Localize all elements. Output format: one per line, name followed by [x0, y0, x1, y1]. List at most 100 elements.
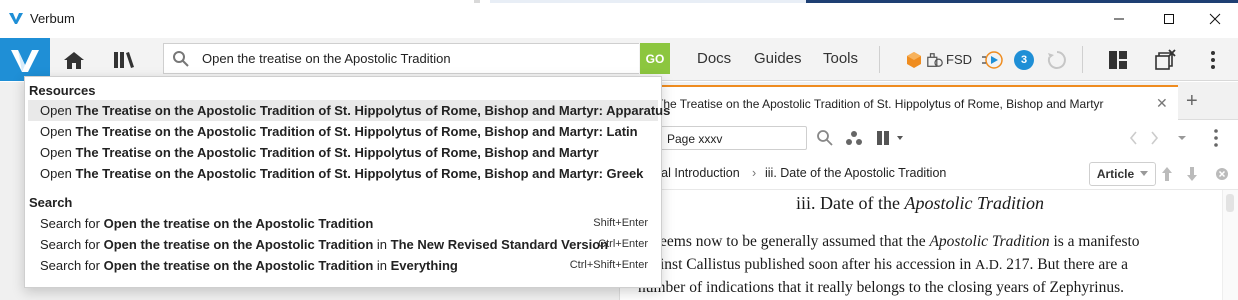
suggestion-query: Open the treatise on the Apostolic Tradi…	[103, 237, 374, 252]
suggestion-search-scope[interactable]: Search for Open the treatise on the Apos…	[28, 234, 658, 255]
suggestion-search[interactable]: Search for Open the treatise on the Apos…	[28, 213, 658, 234]
suggestion-resource-title: The Treatise on the Apostolic Tradition …	[75, 166, 644, 181]
suggestion-in: in	[376, 237, 388, 252]
library-button[interactable]	[110, 38, 138, 81]
command-box[interactable]	[163, 43, 639, 74]
sync-button[interactable]	[1044, 38, 1070, 81]
layout-button[interactable]	[1105, 38, 1131, 81]
line-text: 217. But there are a	[1002, 256, 1129, 273]
docs-menu[interactable]: Docs	[697, 50, 731, 67]
suggestion-prefix: Open	[40, 145, 72, 160]
more-menu-button[interactable]	[1203, 38, 1223, 81]
keyboard-shortcut: Ctrl+Enter	[598, 238, 648, 250]
history-nav-icon[interactable]	[1128, 129, 1168, 147]
suggestion-query: Open the treatise on the Apostolic Tradi…	[103, 216, 374, 231]
notifications-badge[interactable]: 3	[1014, 50, 1034, 70]
close-icon	[1209, 13, 1221, 25]
visual-filter-icon[interactable]	[845, 129, 863, 147]
chevron-down-icon[interactable]	[1176, 132, 1188, 144]
breadcrumb-current[interactable]: iii. Date of the Apostolic Tradition	[765, 166, 946, 180]
breadcrumb-separator: ›	[752, 166, 757, 180]
minimize-button[interactable]	[1096, 6, 1142, 32]
library-icon	[114, 51, 134, 68]
search-in-document-icon[interactable]	[816, 129, 834, 147]
panel-menu-icon[interactable]	[1213, 128, 1219, 148]
page-reference-field[interactable]: Page xxxv	[657, 126, 807, 150]
paragraph-line-2: inst Callistus published soon after his …	[660, 256, 1128, 274]
fsd-button[interactable]: FSD	[926, 38, 972, 81]
arrow-up-icon[interactable]	[1161, 166, 1173, 182]
close-tab-icon[interactable]: ✕	[1156, 95, 1168, 112]
keyboard-shortcut: Ctrl+Shift+Enter	[569, 259, 648, 271]
section-heading: iii. Date of the Apostolic Tradition	[620, 193, 1220, 214]
close-window-button[interactable]	[1192, 6, 1238, 32]
suggestion-prefix: Search for	[40, 258, 100, 273]
panel-layout-icon	[1109, 50, 1127, 69]
app-window: Verbum Open the treatise on the Apostoli…	[0, 0, 1238, 300]
section-heading-text: iii. Date of the	[796, 193, 905, 213]
minimize-icon	[1114, 18, 1124, 20]
verbum-menu-button[interactable]	[0, 38, 50, 81]
page-reference-value: Page xxxv	[667, 132, 723, 146]
line-smallcaps: A.D.	[975, 258, 1003, 273]
suggestion-open-resource[interactable]: Open The Treatise on the Apostolic Tradi…	[28, 121, 658, 142]
window-title: Verbum	[30, 11, 75, 26]
clear-circle-icon[interactable]	[1215, 167, 1229, 181]
close-panels-icon	[1155, 48, 1176, 70]
orange-cube-icon	[907, 51, 921, 68]
add-tab-button[interactable]: +	[1186, 90, 1198, 113]
maximize-button[interactable]	[1146, 6, 1192, 32]
suggestion-prefix: Open	[40, 166, 72, 181]
title-bar: Verbum	[0, 0, 1238, 38]
media-play-icon	[982, 50, 1003, 69]
arrow-down-icon[interactable]	[1186, 166, 1198, 182]
suggestion-resource-title: The Treatise on the Apostolic Tradition …	[75, 124, 638, 139]
suggestion-prefix: Open	[40, 103, 72, 118]
breadcrumb-parent[interactable]: ral Introduction	[657, 166, 740, 180]
line-text: eems now to be generally assumed that th…	[660, 233, 930, 250]
resources-heading: Resources	[29, 83, 96, 98]
more-vertical-icon	[1211, 50, 1215, 69]
suggestion-search-scope[interactable]: Search for Open the treatise on the Apos…	[28, 255, 658, 276]
sync-icon	[1047, 50, 1066, 69]
parallel-resources-icon[interactable]	[876, 129, 906, 147]
command-input[interactable]	[202, 44, 632, 73]
suggestion-prefix: Open	[40, 124, 72, 139]
scroll-thumb[interactable]	[1226, 194, 1234, 212]
guides-menu[interactable]: Guides	[754, 50, 802, 67]
paragraph-line-3: number of indications that it really bel…	[638, 279, 1124, 296]
suggestion-open-resource[interactable]: Open The Treatise on the Apostolic Tradi…	[28, 142, 658, 163]
go-button[interactable]: GO	[640, 43, 670, 74]
search-heading: Search	[29, 195, 73, 210]
suggestion-resource-title: The Treatise on the Apostolic Tradition …	[75, 145, 599, 160]
home-icon	[64, 51, 84, 69]
verbum-logo-icon	[11, 49, 39, 72]
line-text: is a manifesto	[1049, 233, 1140, 250]
document-tab[interactable]: The Treatise on the Apostolic Tradition …	[620, 85, 1178, 120]
suggestion-resource-title: The Treatise on the Apostolic Tradition …	[75, 103, 671, 118]
document-tab-bar: The Treatise on the Apostolic Tradition …	[620, 82, 1238, 120]
suggestion-in: in	[376, 258, 388, 273]
maximize-icon	[1164, 14, 1174, 24]
home-button[interactable]	[60, 38, 88, 81]
line-italic: Apostolic Tradition	[929, 233, 1050, 250]
close-panels-button[interactable]	[1151, 38, 1179, 81]
layouts-button[interactable]	[903, 38, 925, 81]
suggestion-open-resource[interactable]: Open The Treatise on the Apostolic Tradi…	[28, 163, 658, 184]
article-dropdown-button[interactable]: Article	[1089, 162, 1156, 186]
tools-menu[interactable]: Tools	[823, 50, 858, 67]
toolbar-divider	[879, 46, 880, 73]
search-icon	[173, 51, 189, 67]
suggestion-scope: Everything	[390, 258, 458, 273]
section-heading-title: Apostolic Tradition	[904, 193, 1044, 213]
suggestion-prefix: Search for	[40, 237, 100, 252]
main-toolbar: GO Docs Guides Tools FSD	[0, 38, 1238, 81]
toolbar-divider	[1082, 46, 1083, 73]
suggestion-prefix: Search for	[40, 216, 100, 231]
document-tab-title: The Treatise on the Apostolic Tradition …	[656, 97, 1104, 111]
suggestion-open-resource[interactable]: Open The Treatise on the Apostolic Tradi…	[28, 100, 670, 121]
suggestion-query: Open the treatise on the Apostolic Tradi…	[103, 258, 374, 273]
play-media-button[interactable]	[978, 38, 1008, 81]
fsd-label: FSD	[946, 52, 972, 67]
line-text: inst Callistus published soon after his …	[660, 256, 976, 273]
